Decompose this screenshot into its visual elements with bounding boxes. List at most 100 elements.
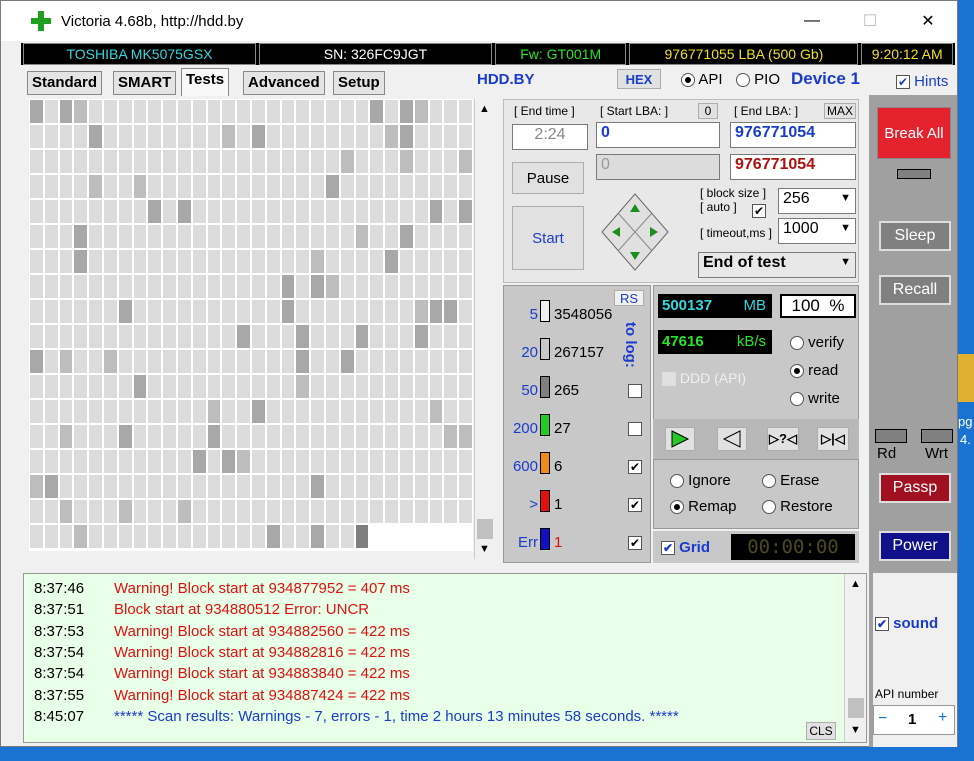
tab-smart[interactable]: SMART (113, 71, 177, 95)
grid-block (265, 349, 281, 374)
sound-toggle[interactable]: ✔ sound (875, 615, 938, 632)
grid-checkbox[interactable]: ✔ (661, 541, 675, 556)
verify-radio[interactable]: verify (790, 334, 844, 351)
seek-random-button[interactable]: ▷?◁ (767, 427, 799, 451)
write-radio-dot[interactable] (790, 392, 804, 407)
tab-standard[interactable]: Standard (27, 71, 103, 95)
end-action-select[interactable]: End of test ▼ (698, 252, 856, 278)
api-radio[interactable]: API (681, 71, 723, 88)
end-lba-field-2[interactable]: 976771054 (730, 154, 856, 180)
grid-block (310, 249, 325, 274)
read-radio-dot[interactable] (790, 364, 804, 379)
scroll-thumb[interactable] (477, 519, 493, 539)
close-button[interactable]: ✕ (905, 1, 951, 41)
log-scroll-thumb[interactable] (848, 698, 864, 718)
minus-button[interactable]: − (878, 710, 887, 728)
grid-block (324, 224, 340, 249)
grid-block (398, 399, 414, 424)
verify-radio-dot[interactable] (790, 336, 804, 351)
log-time: 8:37:55 (34, 686, 85, 704)
grid-block (102, 299, 118, 324)
chevron-down-icon[interactable]: ▼ (840, 256, 851, 268)
erase-radio-dot[interactable] (762, 474, 776, 489)
test-controls: [ End time ] 2:24 [ Start LBA: ] 0 0 [ E… (503, 99, 859, 283)
scroll-up-icon[interactable]: ▲ (479, 103, 490, 115)
grid-block (354, 274, 370, 299)
grid-scrollbar[interactable]: ▲ ▼ (474, 99, 496, 559)
scroll-down-icon[interactable]: ▼ (479, 543, 490, 555)
pio-radio[interactable]: PIO (736, 71, 780, 88)
tab-setup[interactable]: Setup (333, 71, 385, 95)
auto-checkbox-box[interactable]: ✔ (752, 204, 766, 219)
log-checkbox[interactable] (628, 384, 642, 399)
start-button[interactable]: Start (512, 206, 584, 270)
chevron-down-icon[interactable]: ▼ (840, 222, 851, 234)
log-checkbox[interactable]: ✔ (628, 536, 642, 551)
log-scrollbar[interactable]: ▲ ▼ (844, 574, 866, 742)
end-lba-field[interactable]: 976771054 (730, 122, 856, 148)
grid-block (117, 374, 133, 399)
recall-button[interactable]: Recall (879, 275, 951, 305)
hex-button[interactable]: HEX (617, 69, 661, 89)
hints-checkbox[interactable]: ✔ (896, 75, 910, 90)
plus-button[interactable]: + (938, 709, 947, 727)
grid-block (250, 224, 266, 249)
ignore-radio[interactable]: Ignore (670, 472, 731, 489)
log-checkbox[interactable]: ✔ (628, 460, 642, 475)
desktop-file-icon[interactable] (958, 354, 974, 402)
grid-block (29, 99, 44, 124)
tab-advanced[interactable]: Advanced (243, 71, 325, 95)
cls-button[interactable]: CLS (806, 722, 836, 740)
break-all-button[interactable]: Break All (877, 107, 951, 159)
chevron-down-icon[interactable]: ▼ (840, 192, 851, 204)
grid-block (295, 274, 311, 299)
grid-block (29, 524, 44, 549)
ignore-radio-dot[interactable] (670, 474, 684, 489)
end-lba-max-button[interactable]: MAX (824, 103, 856, 119)
grid-block (443, 399, 459, 424)
minimize-button[interactable]: — (789, 1, 835, 41)
start-lba-zero-button[interactable]: 0 (698, 103, 718, 119)
end-time-label: [ End time ] (514, 104, 575, 118)
sleep-button[interactable]: Sleep (879, 221, 951, 251)
site-link[interactable]: HDD.BY (477, 71, 535, 88)
direction-pad[interactable] (600, 192, 670, 272)
grid-toggle[interactable]: ✔ Grid (661, 539, 710, 556)
passp-button[interactable]: Passp (879, 473, 951, 503)
tab-tests[interactable]: Tests (181, 68, 230, 96)
pause-button[interactable]: Pause (512, 162, 584, 194)
power-button[interactable]: Power (879, 531, 951, 561)
erase-radio[interactable]: Erase (762, 472, 819, 489)
block-size-select[interactable]: 256 ▼ (778, 188, 856, 214)
sound-checkbox[interactable]: ✔ (875, 617, 889, 632)
restore-radio-dot[interactable] (762, 500, 776, 515)
grid-block (58, 499, 74, 524)
api-number-stepper[interactable]: − 1 + (873, 705, 955, 735)
remap-radio[interactable]: Remap (670, 498, 737, 515)
timeout-select[interactable]: 1000 ▼ (778, 218, 856, 244)
scroll-down-icon[interactable]: ▼ (850, 724, 861, 736)
skip-end-button[interactable]: ▷|◁ (817, 427, 849, 451)
direction-pad-icon[interactable] (600, 192, 670, 272)
hints-toggle[interactable]: ✔ Hints (896, 73, 948, 90)
restore-radio[interactable]: Restore (762, 498, 833, 515)
api-radio-dot[interactable] (681, 73, 695, 88)
scroll-up-icon[interactable]: ▲ (850, 578, 861, 590)
log-checkbox[interactable] (628, 422, 642, 437)
pio-radio-dot[interactable] (736, 73, 750, 88)
auto-checkbox[interactable]: ✔ (752, 202, 766, 219)
start-lba-field[interactable]: 0 (596, 122, 720, 148)
grid-block (206, 124, 222, 149)
remap-radio-dot[interactable] (670, 500, 684, 515)
maximize-button[interactable]: ☐ (847, 1, 893, 41)
grid-block (339, 324, 355, 349)
start-lba-label: [ Start LBA: ] (600, 104, 669, 118)
rewind-button[interactable] (717, 427, 747, 451)
write-radio[interactable]: write (790, 390, 840, 407)
log-checkbox[interactable]: ✔ (628, 498, 642, 513)
grid-block (73, 399, 89, 424)
device-label[interactable]: Device 1 (791, 69, 860, 89)
play-button[interactable] (665, 427, 695, 451)
end-time-field[interactable]: 2:24 (512, 124, 588, 150)
read-radio[interactable]: read (790, 362, 838, 379)
